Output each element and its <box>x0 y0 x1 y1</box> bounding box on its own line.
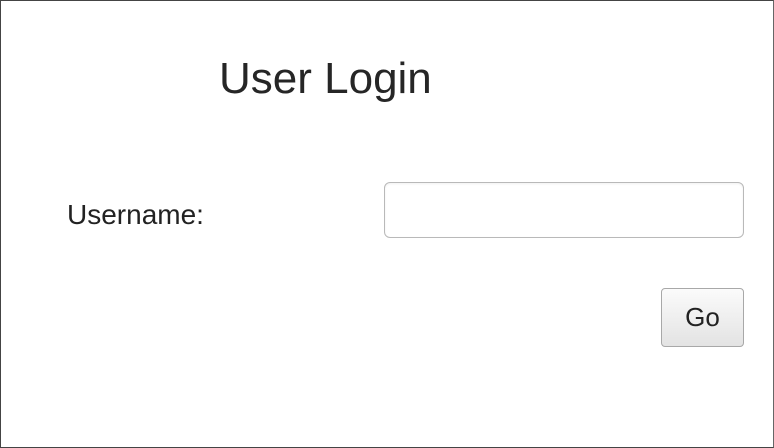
username-label: Username: <box>67 199 204 230</box>
login-panel: User Login Username: Go <box>0 0 774 448</box>
username-input[interactable] <box>384 182 744 238</box>
go-button[interactable]: Go <box>661 288 744 347</box>
page-title: User Login <box>219 54 432 103</box>
